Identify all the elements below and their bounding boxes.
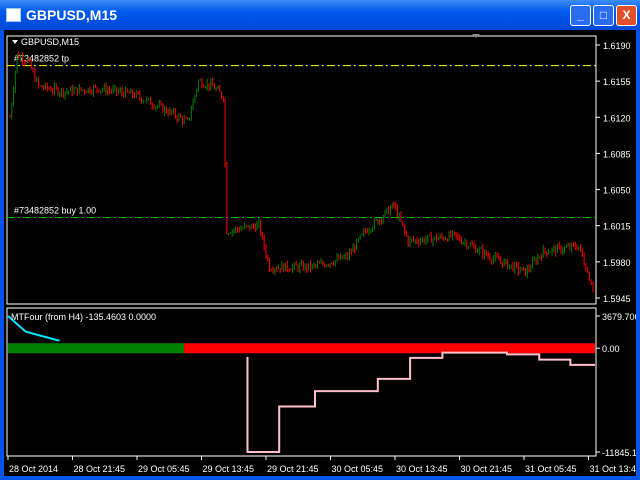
chart-area[interactable]: 1.6190 1.6155 1.6120 1.6085 1.6050 1.6015 1.59…	[4, 30, 636, 476]
price-tick-label: 1.5945	[603, 294, 631, 304]
histogram-green	[8, 343, 185, 354]
time-tick-label: 31 Oct 13:45	[590, 464, 637, 474]
close-button[interactable]: X	[616, 5, 637, 26]
price-tick-label: 1.6190	[603, 41, 631, 51]
symbol-label: GBPUSD,M15	[21, 37, 79, 47]
chart-window: GBPUSD,M15 _ □ X 1.6190 1.6155 1.6120 1.608…	[0, 0, 640, 480]
title-bar[interactable]: GBPUSD,M15 _ □ X	[0, 0, 640, 30]
order-label: #73482852 buy 1.00	[14, 205, 96, 215]
price-tick-label: 1.5980	[603, 258, 631, 268]
price-tick-label: 1.6015	[603, 222, 631, 232]
price-tick-label: 1.6085	[603, 149, 631, 159]
chart-canvas[interactable]: 1.6190 1.6155 1.6120 1.6085 1.6050 1.6015 1.59…	[4, 30, 636, 476]
time-tick-label: 30 Oct 13:45	[396, 464, 448, 474]
dropdown-arrow-icon	[12, 40, 18, 44]
time-tick-label: 30 Oct 21:45	[461, 464, 513, 474]
time-tick-label: 30 Oct 05:45	[332, 464, 384, 474]
pink-line	[246, 351, 595, 453]
indicator-scale-label: 3679.706	[602, 312, 636, 322]
histogram-red	[184, 343, 595, 354]
time-tick-label: 29 Oct 13:45	[203, 464, 255, 474]
price-tick-label: 1.6155	[603, 77, 631, 87]
time-tick-label: 28 Oct 21:45	[74, 464, 126, 474]
maximize-button[interactable]: □	[593, 5, 614, 26]
time-tick-label: 28 Oct 2014	[9, 464, 58, 474]
window-title: GBPUSD,M15	[26, 7, 118, 23]
price-tick-label: 1.6120	[603, 113, 631, 123]
time-tick-label: 29 Oct 21:45	[267, 464, 319, 474]
time-tick-label: 31 Oct 05:45	[525, 464, 577, 474]
indicator-scale-label: -11845.1	[602, 448, 636, 458]
indicator-label: MTFour (from H4) -135.4603 0.0000	[11, 312, 156, 322]
indicator-frame	[6, 307, 597, 457]
price-tick-label: 1.6050	[603, 186, 631, 196]
indicator-scale-label: 0.00	[602, 344, 620, 354]
minimize-button[interactable]: _	[570, 5, 591, 26]
chart-window-icon	[6, 8, 21, 22]
time-tick-label: 29 Oct 05:45	[138, 464, 190, 474]
